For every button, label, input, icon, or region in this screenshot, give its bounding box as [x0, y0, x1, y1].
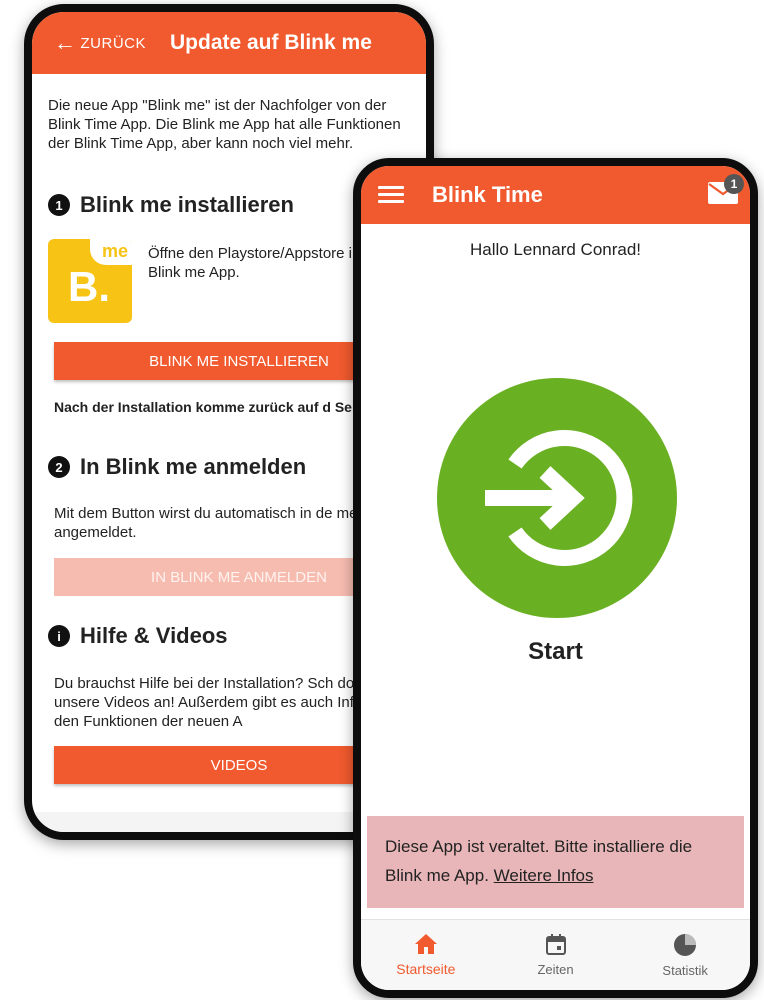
- start-label: Start: [528, 638, 583, 665]
- greeting-text: Hallo Lennard Conrad!: [469, 240, 642, 259]
- help-heading: i Hilfe & Videos: [48, 623, 228, 649]
- pie-chart-icon: [674, 933, 697, 956]
- start-button[interactable]: [437, 378, 677, 618]
- logo-me-text: me: [101, 241, 128, 261]
- mail-button[interactable]: 1: [708, 174, 744, 206]
- update-content: Die neue App "Blink me" ist der Nachfolg…: [48, 96, 426, 784]
- login-arrow-icon: [485, 430, 633, 566]
- blink-me-logo: me B.: [48, 239, 132, 323]
- help-heading-text: Hilfe & Videos: [80, 623, 228, 648]
- logo-b-text: B.: [68, 263, 110, 310]
- mail-badge: 1: [724, 174, 744, 194]
- calendar-icon: [545, 933, 566, 955]
- nav-zeiten-label: Zeiten: [537, 961, 574, 977]
- update-title: Update auf Blink me: [170, 31, 372, 54]
- step2-heading-text: In Blink me anmelden: [80, 454, 307, 479]
- more-info-link[interactable]: Weitere Infos: [494, 866, 594, 885]
- arrow-left-icon: ←: [54, 30, 77, 55]
- nav-statistik[interactable]: Statistik: [620, 920, 750, 990]
- back-button[interactable]: ← ZURÜCK: [32, 12, 146, 74]
- update-app-bar: ← ZURÜCK Update auf Blink me: [32, 12, 426, 74]
- info-icon: i: [48, 625, 70, 647]
- nav-zeiten[interactable]: Zeiten: [491, 920, 621, 990]
- main-screen-phone: Blink Time 1 Hallo Lennard Conrad! Start…: [353, 158, 758, 998]
- home-icon: [414, 934, 437, 954]
- step1-heading-text: Blink me installieren: [80, 192, 294, 217]
- nav-startseite[interactable]: Startseite: [361, 920, 491, 990]
- bottom-navigation: Startseite Zeiten Statistik: [361, 919, 750, 990]
- app-title: Blink Time: [432, 182, 543, 207]
- back-button-label: ZURÜCK: [80, 34, 146, 52]
- menu-icon[interactable]: [378, 186, 404, 204]
- step1-number-icon: 1: [48, 194, 70, 216]
- outdated-warning: Diese App ist veraltet. Bitte installier…: [367, 816, 744, 908]
- nav-statistik-label: Statistik: [662, 962, 708, 978]
- intro-text: Die neue App "Blink me" ist der Nachfolg…: [48, 97, 401, 152]
- step2-heading: 2 In Blink me anmelden: [48, 454, 306, 480]
- step2-number-icon: 2: [48, 456, 70, 478]
- main-app-bar: Blink Time 1: [361, 166, 750, 224]
- step1-heading: 1 Blink me installieren: [48, 192, 294, 218]
- nav-startseite-label: Startseite: [396, 961, 456, 977]
